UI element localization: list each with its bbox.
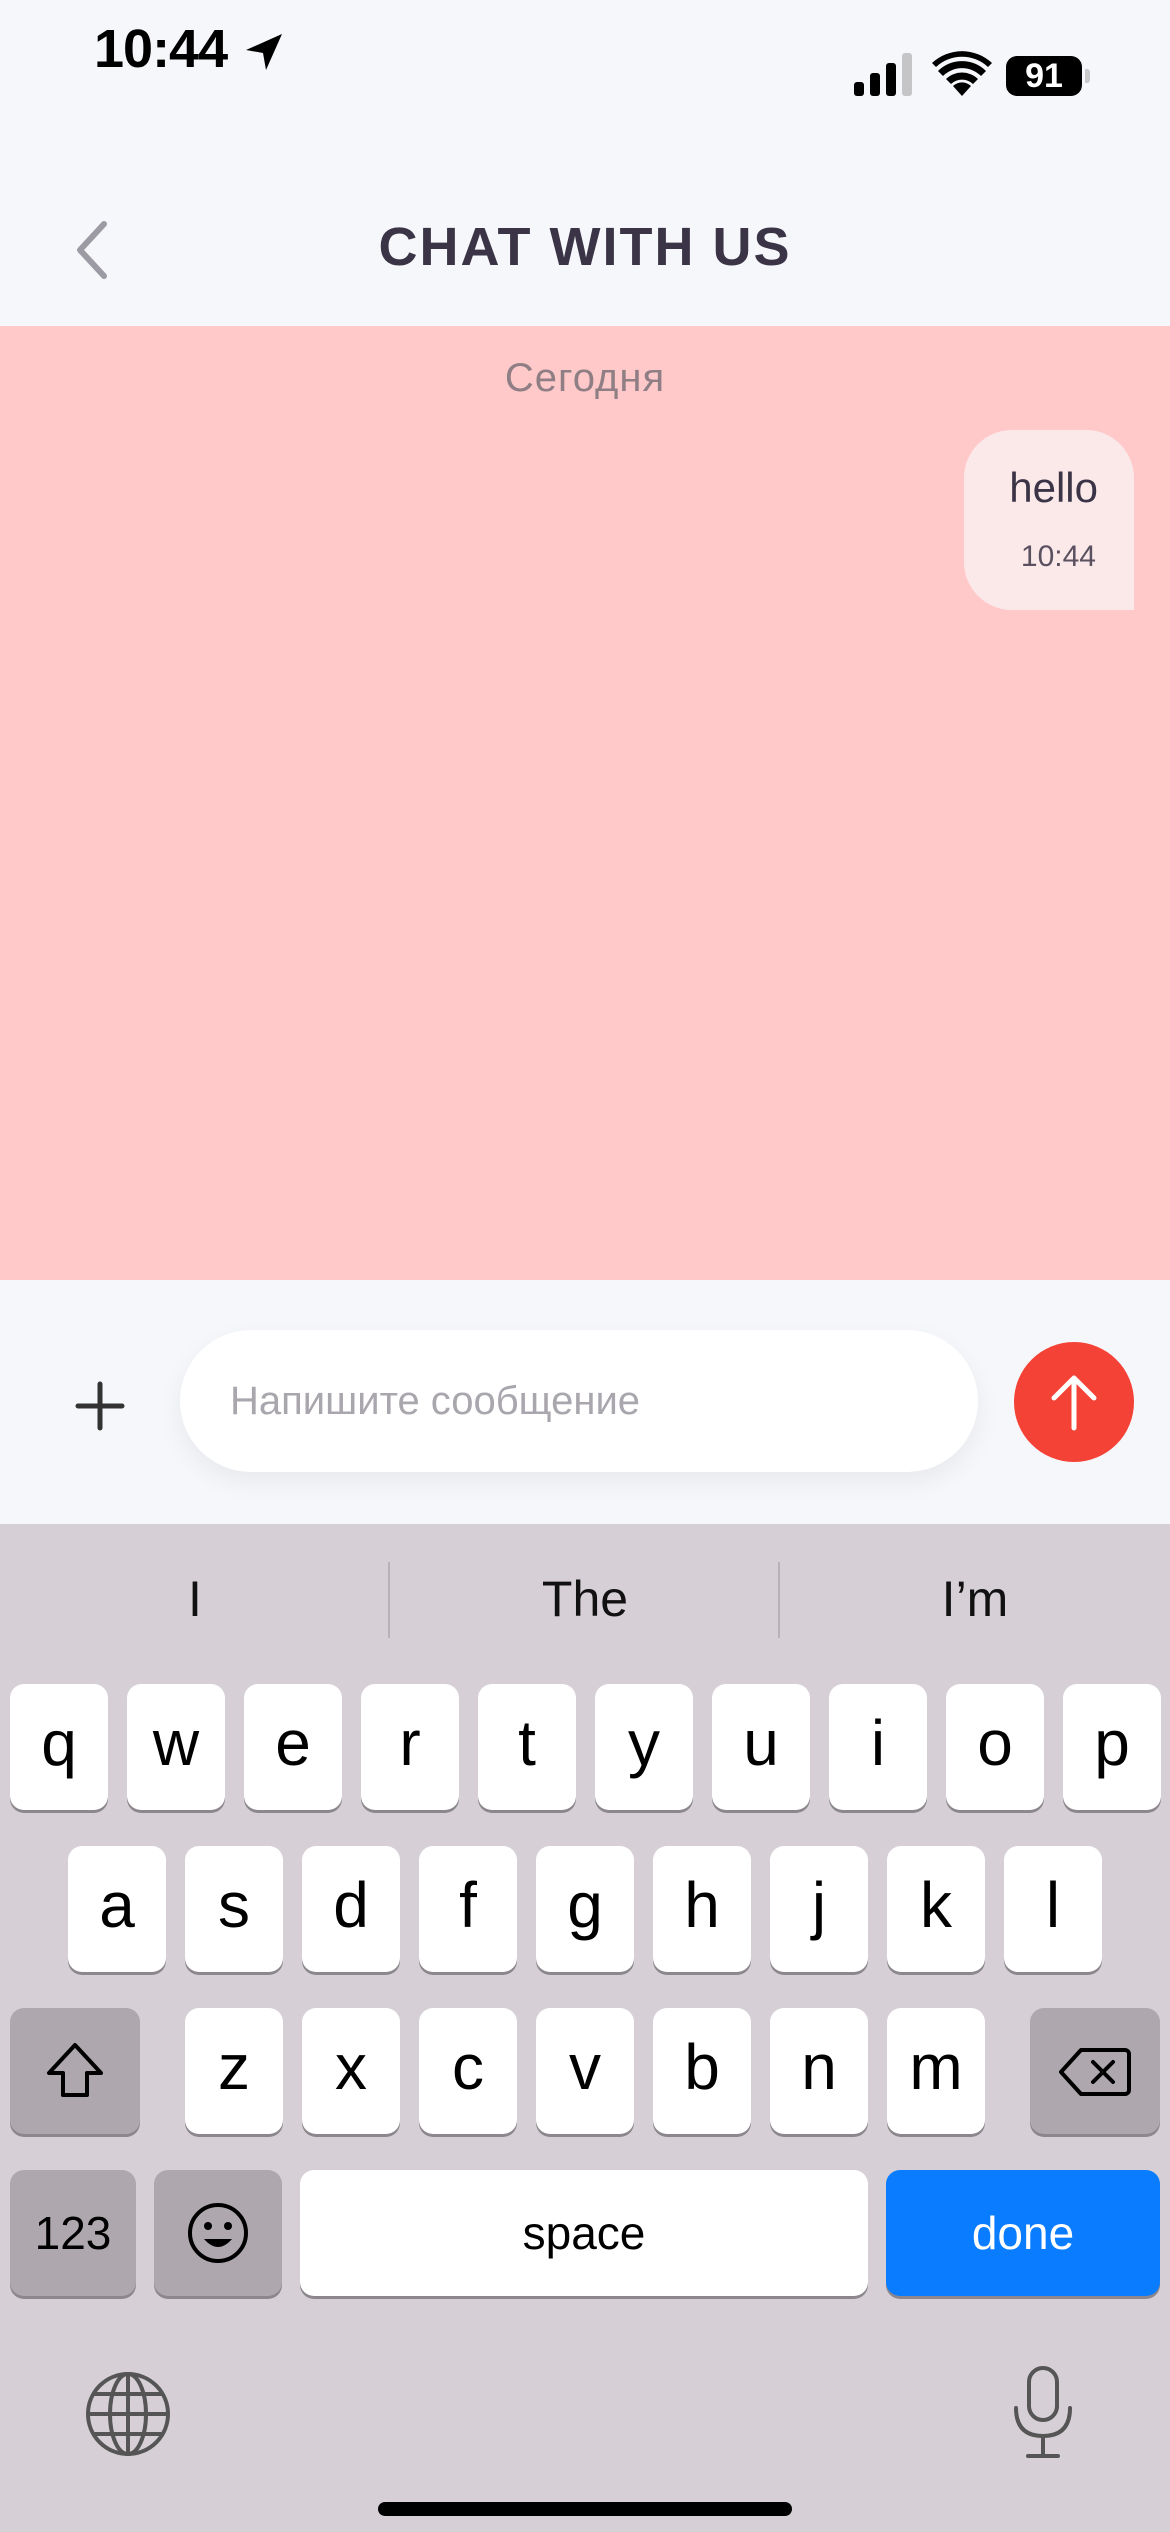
key-x[interactable]: x [302,2008,400,2134]
cellular-signal-icon [854,53,912,96]
key-d[interactable]: d [302,1846,400,1972]
message-composer [0,1280,1170,1524]
key-a[interactable]: a [68,1846,166,1972]
suggestion-3[interactable]: I’m [780,1570,1170,1628]
key-u[interactable]: u [712,1684,810,1810]
on-screen-keyboard: I The I’m q w e r t y u i o p a s d f g … [0,1524,1170,2532]
key-r[interactable]: r [361,1684,459,1810]
home-indicator[interactable] [378,2502,792,2516]
key-f[interactable]: f [419,1846,517,1972]
chat-header: CHAT WITH US [0,140,1170,326]
key-m[interactable]: m [887,2008,985,2134]
battery-level: 91 [1025,57,1063,95]
backspace-icon [1059,2048,1131,2096]
wifi-icon [932,51,992,96]
key-v[interactable]: v [536,2008,634,2134]
key-s[interactable]: s [185,1846,283,1972]
key-l[interactable]: l [1004,1846,1102,1972]
message-bubble-outgoing[interactable]: hello 10:44 [964,430,1134,610]
location-arrow-icon [246,34,282,70]
microphone-icon[interactable] [1010,2364,1076,2462]
key-n[interactable]: n [770,2008,868,2134]
battery-cap [1085,69,1090,83]
date-separator: Сегодня [504,356,666,400]
battery-indicator: 91 [1006,56,1090,96]
numbers-key[interactable]: 123 [10,2170,136,2296]
send-button[interactable] [1014,1342,1134,1462]
globe-icon[interactable] [84,2370,172,2458]
suggestion-1[interactable]: I [0,1570,390,1628]
status-bar: 10:44 91 [0,0,1170,140]
key-b[interactable]: b [653,2008,751,2134]
message-time: 10:44 [1020,540,1096,573]
key-q[interactable]: q [10,1684,108,1810]
shift-arrow-icon [47,2043,103,2097]
suggestion-2[interactable]: The [390,1570,780,1628]
key-h[interactable]: h [653,1846,751,1972]
message-list[interactable]: Сегодня hello 10:44 [0,326,1170,1280]
key-z[interactable]: z [185,2008,283,2134]
backspace-key[interactable] [1030,2008,1160,2134]
page-title: CHAT WITH US [378,217,792,277]
key-p[interactable]: p [1063,1684,1161,1810]
done-key[interactable]: done [886,2170,1160,2296]
key-y[interactable]: y [595,1684,693,1810]
key-g[interactable]: g [536,1846,634,1972]
status-time: 10:44 [94,19,228,79]
key-c[interactable]: c [419,2008,517,2134]
shift-key[interactable] [10,2008,140,2134]
key-k[interactable]: k [887,1846,985,1972]
key-j[interactable]: j [770,1846,868,1972]
chat-screen: 10:44 91 CHAT WITH US Сегодня hello 10:4… [0,0,1170,2532]
key-w[interactable]: w [127,1684,225,1810]
key-o[interactable]: o [946,1684,1044,1810]
key-i[interactable]: i [829,1684,927,1810]
key-t[interactable]: t [478,1684,576,1810]
arrow-up-icon [1051,1375,1097,1431]
space-key[interactable]: space [300,2170,868,2296]
key-e[interactable]: e [244,1684,342,1810]
message-text: hello [1009,464,1098,511]
emoji-key[interactable] [154,2170,282,2296]
attach-plus-icon[interactable] [70,1376,130,1436]
emoji-smiley-icon [188,2203,248,2263]
message-input[interactable] [180,1330,978,1472]
